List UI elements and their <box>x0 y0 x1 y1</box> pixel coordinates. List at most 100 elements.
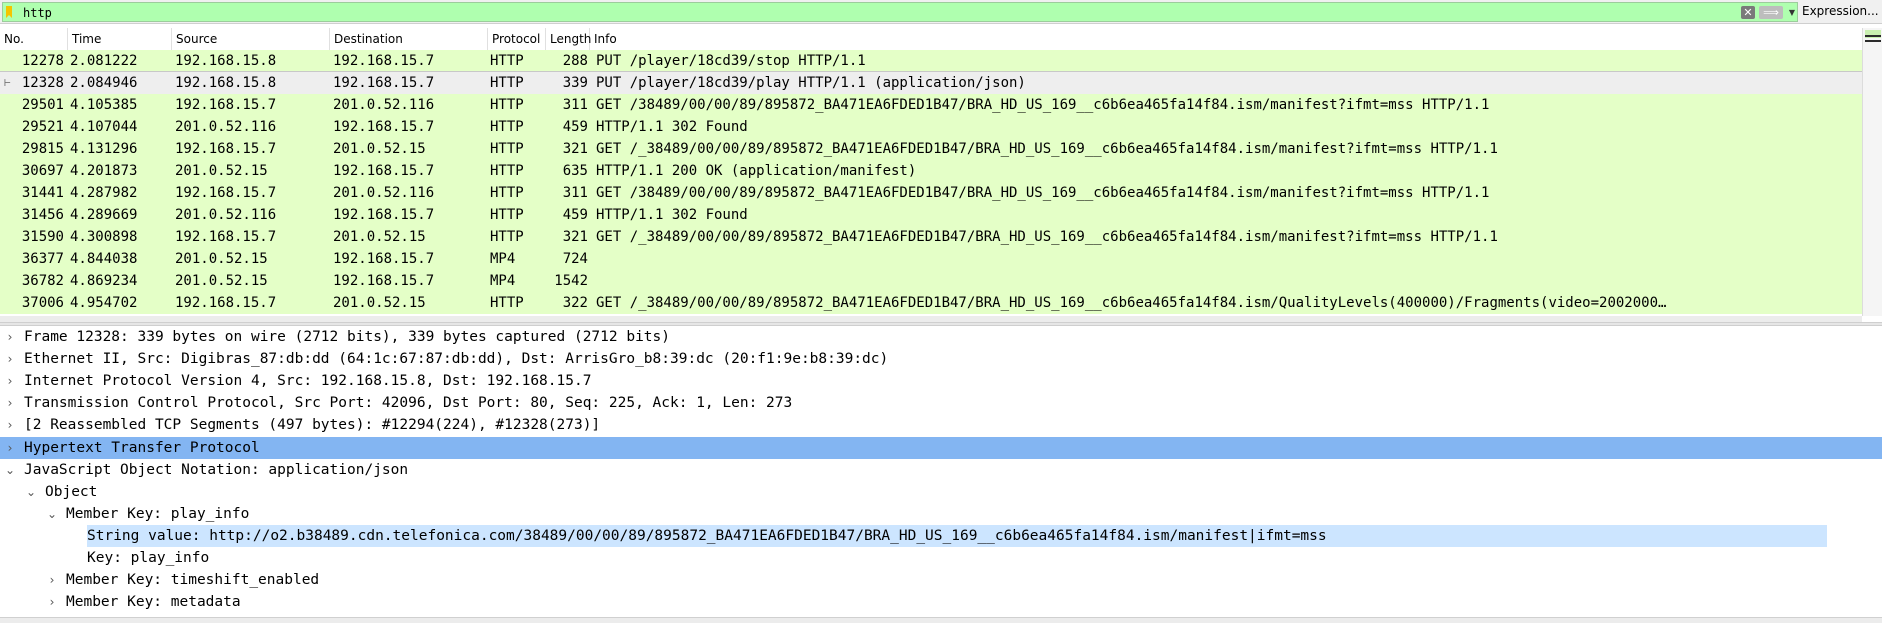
expression-button[interactable]: Expression... <box>1802 4 1879 18</box>
tree-item-label: Member Key: play_info <box>66 506 250 522</box>
packet-details-tree[interactable]: › Frame 12328: 339 bytes on wire (2712 bi… <box>0 326 1882 623</box>
packet-cell-destination: 192.168.15.7 <box>333 53 435 69</box>
chevron-right-icon[interactable]: › <box>4 437 16 459</box>
packet-row[interactable]: 29501 4.105385 192.168.15.7 201.0.52.116 HTT… <box>0 94 1862 116</box>
chevron-right-icon[interactable]: › <box>4 414 16 436</box>
packet-cell-info: GET /_38489/00/00/89/895872_BA471EA6FDED… <box>596 295 1667 311</box>
minimap-marker <box>1865 35 1881 37</box>
column-header-info[interactable]: Info <box>590 28 1862 50</box>
tree-item-label: JavaScript Object Notation: application/… <box>24 462 409 478</box>
chevron-down-icon[interactable]: ⌄ <box>46 503 58 525</box>
packet-cell-time: 4.954702 <box>70 295 138 311</box>
packet-cell-info <box>596 270 1858 292</box>
chevron-right-icon[interactable]: › <box>4 370 16 392</box>
packet-row[interactable]: 37006 4.954702 192.168.15.7 201.0.52.15 HTTP… <box>0 292 1862 314</box>
packet-cell-info: GET /_38489/00/00/89/895872_BA471EA6FDED… <box>596 229 1498 245</box>
chevron-right-icon[interactable]: › <box>4 348 16 370</box>
display-filter-input-box[interactable]: ✕ ⟹ ▼ <box>2 2 1798 22</box>
packet-cell-info: HTTP/1.1 200 OK (application/manifest) <box>596 163 917 179</box>
tree-item[interactable]: ⌄ JavaScript Object Notation: application… <box>0 459 1882 481</box>
packet-cell-destination: 192.168.15.7 <box>333 251 435 267</box>
packet-row[interactable]: 31441 4.287982 192.168.15.7 201.0.52.116 HTT… <box>0 182 1862 204</box>
column-header-source[interactable]: Source <box>172 28 330 50</box>
packet-cell-source: 201.0.52.116 <box>175 207 277 223</box>
arrow-right-icon[interactable]: ⟹ <box>1759 6 1783 19</box>
packet-cell-length: 1542 <box>554 273 588 289</box>
packet-row[interactable]: 36782 4.869234 201.0.52.15 192.168.15.7 MP4 1… <box>0 270 1862 292</box>
tree-item[interactable]: › Frame 12328: 339 bytes on wire (2712 bi… <box>0 326 1882 348</box>
clear-icon[interactable]: ✕ <box>1741 6 1755 19</box>
tree-item[interactable]: › Hypertext Transfer Protocol <box>0 437 1882 459</box>
packet-row[interactable]: 31590 4.300898 192.168.15.7 201.0.52.15 HTTP… <box>0 226 1862 248</box>
chevron-right-icon[interactable]: › <box>4 326 16 348</box>
packet-row[interactable]: ⊢ 12328 2.084946 192.168.15.8 192.168.15.7 HT… <box>0 71 1862 95</box>
packet-cell-protocol: HTTP <box>490 53 524 69</box>
packet-cell-info: PUT /player/18cd39/play HTTP/1.1 (applic… <box>596 75 1026 91</box>
packet-cell-time: 4.289669 <box>70 207 138 223</box>
tree-item-label: Internet Protocol Version 4, Src: 192.16… <box>24 373 592 389</box>
packet-cell-protocol: HTTP <box>490 163 524 179</box>
packet-cell-info: GET /_38489/00/00/89/895872_BA471EA6FDED… <box>596 141 1498 157</box>
packet-list-header: No. Time Source Destination Protocol Len… <box>0 28 1862 51</box>
packet-cell-source: 192.168.15.7 <box>175 141 277 157</box>
packet-cell-source: 201.0.52.15 <box>175 251 268 267</box>
tree-item-label: Frame 12328: 339 bytes on wire (2712 bit… <box>24 329 671 345</box>
column-header-destination[interactable]: Destination <box>330 28 488 50</box>
column-header-time[interactable]: Time <box>68 28 172 50</box>
packet-row[interactable]: 29521 4.107044 201.0.52.116 192.168.15.7 HTT… <box>0 116 1862 138</box>
tree-item-label: String value: http://o2.b38489.cdn.telef… <box>87 525 1827 547</box>
tree-item[interactable]: String value: http://o2.b38489.cdn.telef… <box>0 525 1882 547</box>
bookmark-icon[interactable] <box>6 6 12 18</box>
tree-item-label: Object <box>45 484 98 500</box>
details-hscrollbar[interactable] <box>0 617 1882 623</box>
packet-row[interactable]: 36377 4.844038 201.0.52.15 192.168.15.7 MP4 7… <box>0 248 1862 270</box>
chevron-down-icon[interactable]: ▼ <box>1787 6 1797 19</box>
packet-cell-source: 201.0.52.15 <box>175 163 268 179</box>
packet-row[interactable]: 30697 4.201873 201.0.52.15 192.168.15.7 HTTP… <box>0 160 1862 182</box>
packet-list[interactable]: No. Time Source Destination Protocol Len… <box>0 28 1862 316</box>
packet-cell-protocol: HTTP <box>490 141 524 157</box>
tree-item[interactable]: › Member Key: metadata <box>0 591 1882 613</box>
packet-cell-no: 36377 <box>21 251 64 267</box>
chevron-down-icon[interactable]: ⌄ <box>4 459 16 481</box>
chevron-right-icon[interactable]: › <box>46 569 58 591</box>
column-header-no[interactable]: No. <box>0 28 68 50</box>
packet-row[interactable]: 29815 4.131296 192.168.15.7 201.0.52.15 HTTP… <box>0 138 1862 160</box>
tree-item-label: Transmission Control Protocol, Src Port:… <box>24 395 793 411</box>
packet-cell-info: PUT /player/18cd39/stop HTTP/1.1 <box>596 53 866 69</box>
packet-cell-source: 192.168.15.7 <box>175 185 277 201</box>
packet-cell-protocol: HTTP <box>490 97 524 113</box>
chevron-right-icon[interactable]: › <box>46 591 58 613</box>
display-filter-input[interactable] <box>23 5 1713 20</box>
tree-item[interactable]: ⌄ Object <box>0 481 1882 503</box>
packet-cell-destination: 201.0.52.116 <box>333 185 435 201</box>
packet-row[interactable]: 12278 2.081222 192.168.15.8 192.168.15.7 HTT… <box>0 50 1862 72</box>
packet-list-scrollbar[interactable] <box>1862 28 1882 316</box>
tree-item-label: [2 Reassembled TCP Segments (497 bytes):… <box>24 417 601 433</box>
packet-row[interactable]: 31456 4.289669 201.0.52.116 192.168.15.7 HTT… <box>0 204 1862 226</box>
packet-cell-destination: 192.168.15.7 <box>333 163 435 179</box>
packet-cell-length: 321 <box>562 141 588 157</box>
packet-cell-no: 30697 <box>21 163 64 179</box>
packet-cell-no: 31590 <box>21 229 64 245</box>
column-header-protocol[interactable]: Protocol <box>488 28 546 50</box>
packet-cell-protocol: HTTP <box>490 207 524 223</box>
tree-item[interactable]: › Ethernet II, Src: Digibras_87:db:dd (64… <box>0 348 1882 370</box>
packet-cell-no: 29815 <box>21 141 64 157</box>
chevron-down-icon[interactable]: ⌄ <box>25 481 37 503</box>
tree-item[interactable]: › Member Key: timeshift_enabled <box>0 569 1882 591</box>
tree-item-label: Hypertext Transfer Protocol <box>24 440 260 456</box>
chevron-right-icon[interactable]: › <box>4 392 16 414</box>
packet-cell-protocol: MP4 <box>490 273 516 289</box>
packet-cell-time: 4.201873 <box>70 163 138 179</box>
tree-item[interactable]: Key: play_info <box>0 547 1882 569</box>
packet-cell-protocol: HTTP <box>490 119 524 135</box>
packet-cell-no: 12278 <box>21 53 64 69</box>
tree-item[interactable]: ⌄ Member Key: play_info <box>0 503 1882 525</box>
packet-cell-length: 321 <box>562 229 588 245</box>
tree-item[interactable]: › Internet Protocol Version 4, Src: 192.1… <box>0 370 1882 392</box>
column-header-length[interactable]: Length <box>546 28 591 50</box>
tree-item[interactable]: › Transmission Control Protocol, Src Port… <box>0 392 1882 414</box>
tree-item[interactable]: › [2 Reassembled TCP Segments (497 bytes)… <box>0 414 1882 436</box>
packet-cell-destination: 201.0.52.116 <box>333 97 435 113</box>
